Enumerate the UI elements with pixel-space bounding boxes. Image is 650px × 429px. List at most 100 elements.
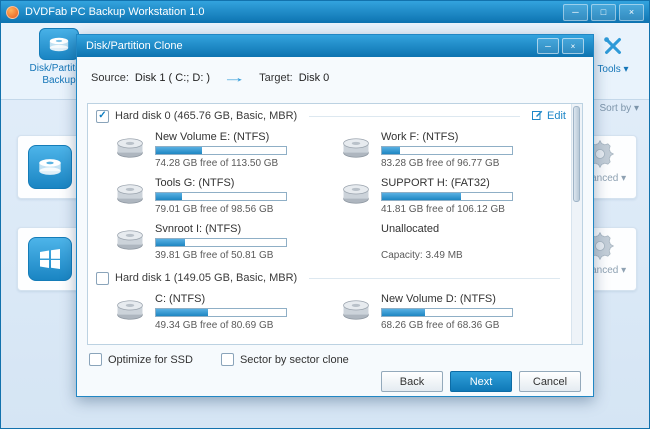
disk-group-header: ✓ Hard disk 0 (465.76 GB, Basic, MBR) Ed… — [88, 104, 582, 128]
partition-usage-fill — [156, 239, 185, 246]
partition-item[interactable]: Svnroot I: (NTFS) 39.81 GB free of 50.81… — [114, 220, 340, 266]
close-button[interactable]: × — [619, 3, 644, 21]
sort-by-dropdown[interactable]: Sort by ▾ — [600, 103, 640, 114]
divider-line — [309, 277, 560, 279]
partition-name: New Volume E: (NTFS) — [155, 131, 270, 143]
partition-info: Svnroot I: (NTFS) 39.81 GB free of 50.81… — [155, 223, 287, 261]
disk-list-panel: ✓ Hard disk 0 (465.76 GB, Basic, MBR) Ed… — [87, 103, 583, 345]
partition-item[interactable]: Unallocated Capacity: 3.49 MB — [340, 220, 566, 266]
arrow-right-icon: → — [222, 70, 247, 85]
system-backup-icon — [28, 237, 72, 281]
wrench-icon — [602, 37, 624, 61]
partition-usage-bar — [155, 146, 287, 155]
partition-usage-bar — [381, 308, 513, 317]
partition-free-space: 68.26 GB free of 68.36 GB — [381, 320, 500, 331]
disk1-label: Hard disk 1 (149.05 GB, Basic, MBR) — [115, 272, 298, 284]
partition-info: Tools G: (NTFS) 79.01 GB free of 98.56 G… — [155, 177, 287, 215]
partition-item[interactable]: New Volume E: (NTFS) 74.28 GB free of 11… — [114, 128, 340, 174]
partition-name: Tools G: (NTFS) — [155, 177, 235, 189]
option-label: Sector by sector clone — [239, 353, 349, 366]
partition-item[interactable]: Work F: (NTFS) 83.28 GB free of 96.77 GB — [340, 128, 566, 174]
partition-usage-fill — [382, 309, 425, 316]
disk-clone-icon — [28, 145, 72, 189]
dialog-title: Disk/Partition Clone — [86, 40, 183, 52]
dialog-minimize-button[interactable]: ─ — [537, 38, 559, 54]
partition-info: SUPPORT H: (FAT32) 41.81 GB free of 106.… — [381, 177, 513, 215]
caret-down-icon: ▾ — [621, 265, 627, 276]
sector-by-sector-option[interactable]: Sector by sector clone — [220, 353, 349, 366]
partition-usage-fill — [382, 147, 401, 154]
app-window: DVDFab PC Backup Workstation 1.0 ─ □ × D… — [0, 0, 650, 429]
sort-by-label: Sort by — [599, 103, 632, 114]
disk-icon — [114, 182, 146, 211]
partition-info: New Volume D: (NTFS) 68.26 GB free of 68… — [381, 293, 513, 331]
partition-grid-disk0: New Volume E: (NTFS) 74.28 GB free of 11… — [88, 128, 582, 266]
back-button[interactable]: Back — [381, 371, 443, 392]
partition-info: New Volume E: (NTFS) 74.28 GB free of 11… — [155, 131, 287, 169]
caret-down-icon: ▾ — [633, 103, 639, 114]
disk0-label: Hard disk 0 (465.76 GB, Basic, MBR) — [115, 110, 298, 122]
partition-usage-bar — [381, 146, 513, 155]
partition-usage-bar — [155, 308, 287, 317]
cancel-button[interactable]: Cancel — [519, 371, 581, 392]
partition-free-space: 83.28 GB free of 96.77 GB — [381, 158, 500, 169]
dialog-close-button[interactable]: × — [562, 38, 584, 54]
maximize-button[interactable]: □ — [591, 3, 616, 21]
sector-by-sector-checkbox[interactable] — [220, 353, 234, 366]
partition-name: Unallocated — [381, 223, 440, 235]
partition-info: Work F: (NTFS) 83.28 GB free of 96.77 GB — [381, 131, 513, 169]
partition-item[interactable]: Tools G: (NTFS) 79.01 GB free of 98.56 G… — [114, 174, 340, 220]
disk1-checkbox[interactable] — [96, 271, 109, 285]
target-value: Disk 0 — [298, 71, 330, 84]
disk-icon — [114, 298, 146, 327]
partition-name: Svnroot I: (NTFS) — [155, 223, 242, 235]
tools-button[interactable]: Tools ▾ — [591, 35, 635, 75]
app-title: DVDFab PC Backup Workstation 1.0 — [25, 6, 205, 18]
minimize-button[interactable]: ─ — [563, 3, 588, 21]
divider-line — [309, 115, 521, 117]
scrollbar[interactable] — [571, 104, 582, 344]
dialog-controls: ─ × — [537, 38, 584, 54]
window-controls: ─ □ × — [563, 3, 644, 21]
partition-usage-bar — [155, 238, 287, 247]
target-label: Target: — [259, 71, 293, 84]
caret-down-icon: ▾ — [623, 64, 629, 75]
partition-free-space: 39.81 GB free of 50.81 GB — [155, 250, 274, 261]
partition-item[interactable]: C: (NTFS) 49.34 GB free of 80.69 GB — [114, 290, 340, 336]
app-logo-icon — [6, 5, 19, 19]
partition-item[interactable]: New Volume D: (NTFS) 68.26 GB free of 68… — [340, 290, 566, 336]
dialog-buttons: Back Next Cancel — [381, 371, 581, 392]
option-label: Optimize for SSD — [108, 353, 193, 366]
dialog-titlebar[interactable]: Disk/Partition Clone ─ × — [77, 35, 593, 57]
partition-grid-disk1: C: (NTFS) 49.34 GB free of 80.69 GB New … — [88, 290, 582, 336]
tools-label: Tools ▾ — [591, 64, 635, 75]
optimize-ssd-checkbox[interactable] — [89, 353, 102, 366]
disk-icon — [114, 136, 146, 165]
partition-free-space: 41.81 GB free of 106.12 GB — [381, 204, 505, 215]
optimize-ssd-option[interactable]: Optimize for SSD — [89, 353, 193, 366]
partition-free-space: 79.01 GB free of 98.56 GB — [155, 204, 274, 215]
source-label: Source: — [91, 71, 129, 84]
source-target-row: Source: Disk 1 ( C:; D: ) → Target: Disk… — [91, 70, 329, 85]
partition-usage-bar — [155, 192, 287, 201]
partition-usage-fill — [156, 147, 202, 154]
partition-usage-fill — [156, 193, 182, 200]
partition-name: Work F: (NTFS) — [381, 131, 459, 143]
partition-name: C: (NTFS) — [155, 293, 206, 305]
screen: DVDFab PC Backup Workstation 1.0 ─ □ × D… — [0, 0, 650, 429]
app-titlebar[interactable]: DVDFab PC Backup Workstation 1.0 ─ □ × — [1, 1, 649, 23]
edit-link[interactable]: Edit — [532, 109, 566, 123]
dialog-body: Source: Disk 1 ( C:; D: ) → Target: Disk… — [77, 57, 593, 396]
edit-icon — [532, 109, 543, 123]
tools-text: Tools — [597, 64, 621, 75]
disk-icon — [340, 182, 372, 211]
partition-item[interactable]: SUPPORT H: (FAT32) 41.81 GB free of 106.… — [340, 174, 566, 220]
clone-options: Optimize for SSD Sector by sector clone — [89, 353, 349, 366]
disk0-checkbox[interactable]: ✓ — [96, 109, 109, 123]
partition-free-space: 49.34 GB free of 80.69 GB — [155, 320, 274, 331]
partition-info: Unallocated Capacity: 3.49 MB — [381, 223, 513, 261]
edit-label: Edit — [547, 110, 566, 122]
partition-usage-bar — [381, 192, 513, 201]
next-button[interactable]: Next — [450, 371, 512, 392]
scrollbar-thumb[interactable] — [573, 106, 580, 202]
